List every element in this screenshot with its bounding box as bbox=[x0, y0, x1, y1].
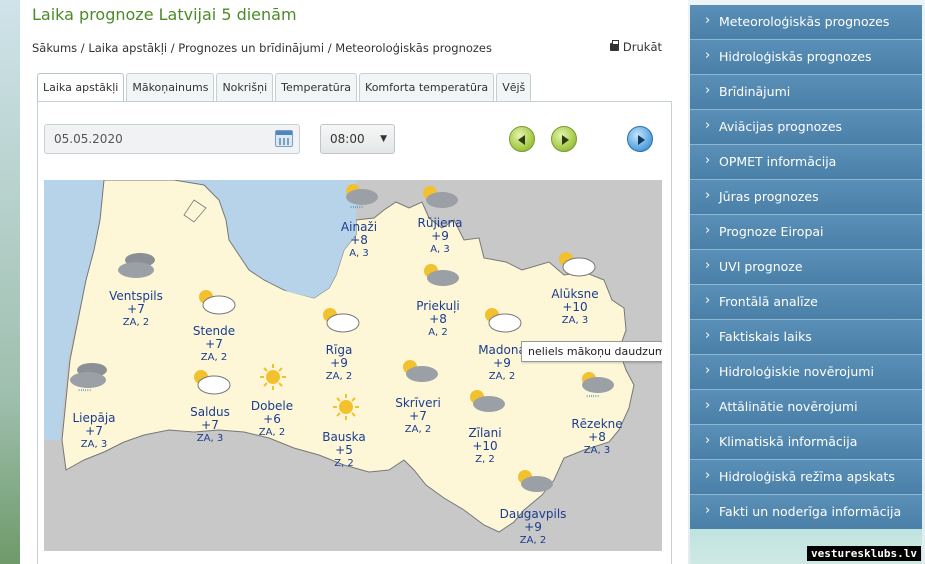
city-wind: ZA, 2 bbox=[258, 427, 286, 438]
page-title: Laika prognoze Latvijai 5 dienām bbox=[32, 5, 297, 24]
city-ainazi: Ainaži +8 A, 3 bbox=[336, 221, 382, 260]
chevron-down-icon: ▼ bbox=[380, 134, 387, 144]
city-temp: +8 bbox=[429, 312, 447, 326]
next-button[interactable] bbox=[551, 126, 577, 152]
city-wind: A, 2 bbox=[428, 327, 448, 338]
city-temp: +5 bbox=[335, 443, 353, 457]
arrow-left-icon bbox=[518, 135, 525, 145]
city-wind: ZA, 3 bbox=[583, 445, 611, 456]
city-temp: +10 bbox=[472, 439, 498, 453]
city-liepaja: Liepāja +7 ZA, 3 bbox=[66, 412, 122, 451]
print-label: Drukāt bbox=[622, 40, 662, 54]
city-wind: ZA, 2 bbox=[325, 371, 353, 382]
city-rezekne: Rēzekne +8 ZA, 3 bbox=[565, 418, 629, 457]
breadcrumb-meteo-forecasts[interactable]: Meteoroloģiskās prognozes bbox=[335, 41, 492, 55]
sidebar-item-europe[interactable]: Prognoze Eiropai bbox=[690, 214, 922, 250]
city-temp: +8 bbox=[350, 233, 368, 247]
city-wind: Z, 2 bbox=[475, 454, 495, 465]
watermark: vesturesklubs.lv bbox=[807, 546, 921, 561]
sidebar-item-meteo-forecasts[interactable]: Meteoroloģiskās prognozes bbox=[690, 4, 922, 40]
tab-bar: Laika apstākļi Mākoņainums Nokrišņi Temp… bbox=[37, 73, 532, 103]
tab-precipitation[interactable]: Nokrišņi bbox=[216, 73, 274, 101]
city-stende: Stende +7 ZA, 2 bbox=[186, 325, 242, 364]
breadcrumb: Sākums / Laika apstākļi / Prognozes un b… bbox=[32, 41, 493, 55]
city-rujiena: Rūjiena +9 A, 3 bbox=[412, 217, 468, 256]
calendar-icon[interactable] bbox=[275, 130, 293, 147]
weather-tooltip: neliels mākoņu daudzums bbox=[521, 341, 662, 362]
forecast-panel: 05.05.2020 08:00 ▼ '''''' '''''' '''''' … bbox=[37, 101, 672, 564]
city-wind: ZA, 2 bbox=[404, 424, 432, 435]
time-select[interactable]: 08:00 ▼ bbox=[320, 124, 395, 154]
svg-text:'''''': '''''' bbox=[586, 394, 599, 403]
city-temp: +9 bbox=[524, 520, 542, 534]
date-field[interactable]: 05.05.2020 bbox=[44, 124, 300, 154]
breadcrumb-forecasts[interactable]: Prognozes un brīdinājumi bbox=[178, 41, 324, 55]
city-temp: +7 bbox=[409, 409, 427, 423]
city-saldus: Saldus +7 ZA, 3 bbox=[184, 406, 236, 445]
city-wind: ZA, 3 bbox=[561, 315, 589, 326]
city-priekuli: Priekuļi +8 A, 2 bbox=[410, 300, 466, 339]
sidebar-item-remote-observations[interactable]: Attālinātie novērojumi bbox=[690, 389, 922, 425]
svg-text:'''''': '''''' bbox=[78, 388, 91, 397]
city-temp: +8 bbox=[588, 430, 606, 444]
sidebar-item-hydro-regime[interactable]: Hidroloģiskā režīma apskats bbox=[690, 459, 922, 495]
city-wind: ZA, 2 bbox=[200, 352, 228, 363]
city-temp: +9 bbox=[330, 356, 348, 370]
city-temp: +7 bbox=[85, 424, 103, 438]
city-wind: ZA, 2 bbox=[519, 535, 547, 546]
sidebar-nav: Meteoroloģiskās prognozes Hidroloģiskās … bbox=[690, 4, 922, 530]
sidebar-item-hydro-forecasts[interactable]: Hidroloģiskās prognozes bbox=[690, 39, 922, 75]
sidebar-item-opmet[interactable]: OPMET informācija bbox=[690, 144, 922, 180]
city-wind: ZA, 3 bbox=[196, 433, 224, 444]
print-link[interactable]: Drukāt bbox=[609, 40, 662, 54]
breadcrumb-home[interactable]: Sākums bbox=[32, 41, 77, 55]
svg-text:'''''': '''''' bbox=[350, 205, 363, 214]
arrow-right-icon bbox=[562, 135, 569, 145]
play-button[interactable] bbox=[627, 126, 653, 152]
city-zilani: Zīlani +10 Z, 2 bbox=[460, 427, 510, 466]
city-daugavpils: Daugavpils +9 ZA, 2 bbox=[494, 508, 572, 547]
city-wind: ZA, 3 bbox=[80, 439, 108, 450]
sidebar-item-actual-weather[interactable]: Faktiskais laiks bbox=[690, 319, 922, 355]
sidebar-item-climate[interactable]: Klimatiskā informācija bbox=[690, 424, 922, 460]
city-wind: ZA, 2 bbox=[122, 317, 150, 328]
city-bauska: Bauska +5 Z, 2 bbox=[316, 431, 372, 470]
breadcrumb-weather[interactable]: Laika apstākļi bbox=[88, 41, 167, 55]
tab-weather[interactable]: Laika apstākļi bbox=[37, 73, 125, 103]
city-temp: +10 bbox=[562, 300, 588, 314]
city-skriveri: Skrīveri +7 ZA, 2 bbox=[390, 397, 446, 436]
printer-icon bbox=[609, 40, 619, 51]
city-temp: +7 bbox=[201, 418, 219, 432]
sidebar-item-warnings[interactable]: Brīdinājumi bbox=[690, 74, 922, 110]
city-temp: +9 bbox=[431, 229, 449, 243]
left-background bbox=[0, 0, 20, 564]
city-wind: A, 3 bbox=[349, 248, 369, 259]
weather-map: '''''' '''''' '''''' Ainaži +8 A, 3 Rūji… bbox=[44, 180, 662, 551]
time-value: 08:00 bbox=[330, 132, 365, 146]
sidebar-item-frontal-analysis[interactable]: Frontālā analīze bbox=[690, 284, 922, 320]
city-temp: +7 bbox=[127, 302, 145, 316]
play-icon bbox=[638, 135, 645, 145]
sidebar-item-marine[interactable]: Jūras prognozes bbox=[690, 179, 922, 215]
sidebar-item-hydro-observations[interactable]: Hidroloģiskie novērojumi bbox=[690, 354, 922, 390]
city-ventspils: Ventspils +7 ZA, 2 bbox=[104, 290, 168, 329]
city-dobele: Dobele +6 ZA, 2 bbox=[246, 400, 298, 439]
city-aluksne: Alūksne +10 ZA, 3 bbox=[545, 288, 605, 327]
main-content: Laika prognoze Latvijai 5 dienām Sākums … bbox=[20, 0, 688, 564]
tab-wind[interactable]: Vējš bbox=[496, 73, 532, 101]
city-wind: A, 3 bbox=[430, 244, 450, 255]
city-temp: +7 bbox=[205, 337, 223, 351]
city-riga: Rīga +9 ZA, 2 bbox=[318, 344, 360, 383]
tab-cloudiness[interactable]: Mākoņainums bbox=[126, 73, 215, 101]
sidebar-item-aviation[interactable]: Aviācijas prognozes bbox=[690, 109, 922, 145]
sidebar-item-facts[interactable]: Fakti un noderīga informācija bbox=[690, 494, 922, 530]
city-wind: Z, 2 bbox=[334, 458, 354, 469]
city-wind: ZA, 2 bbox=[488, 371, 516, 382]
date-value: 05.05.2020 bbox=[54, 132, 123, 146]
city-temp: +6 bbox=[263, 412, 281, 426]
tab-comfort-temperature[interactable]: Komforta temperatūra bbox=[359, 73, 495, 101]
tab-temperature[interactable]: Temperatūra bbox=[275, 73, 358, 101]
sidebar-item-uvi[interactable]: UVI prognoze bbox=[690, 249, 922, 285]
previous-button[interactable] bbox=[509, 126, 535, 152]
